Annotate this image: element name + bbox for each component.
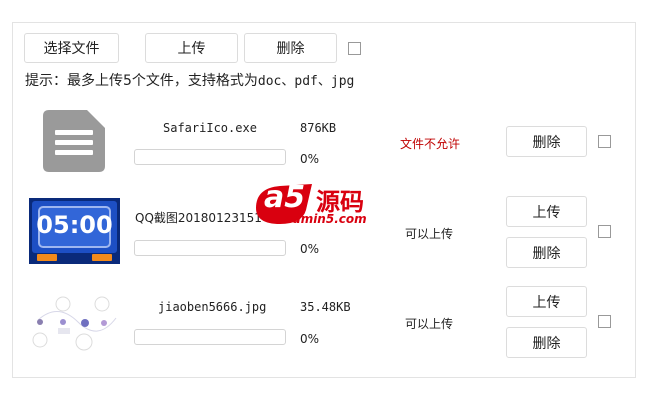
diagram-image-thumbnail xyxy=(28,292,120,352)
timer-screenshot-thumbnail: 05:00 xyxy=(29,198,120,264)
progress-bar xyxy=(134,240,286,256)
file-size: 35.48KB xyxy=(300,300,351,314)
hint-formats: doc、pdf、jpg xyxy=(257,74,355,89)
delete-file-button[interactable]: 删除 xyxy=(506,327,587,358)
file-checkbox[interactable] xyxy=(598,135,611,148)
file-status: 可以上传 xyxy=(405,317,454,331)
progress-percent: 0% xyxy=(300,332,320,346)
upload-file-button[interactable]: 上传 xyxy=(506,286,587,317)
progress-percent: 0% xyxy=(300,152,320,166)
watermark-domain: admin5.com xyxy=(284,212,367,226)
delete-all-button[interactable]: 删除 xyxy=(244,33,337,63)
progress-percent: 0% xyxy=(300,242,320,256)
progress-bar xyxy=(134,149,286,165)
watermark-logo-mark: a5 xyxy=(264,180,306,215)
file-name: SafariIco.exe xyxy=(163,121,257,135)
select-all-checkbox[interactable] xyxy=(348,42,361,55)
file-status: 文件不允许 xyxy=(400,137,461,151)
hint-text: 提示：最多上传5个文件，支持格式为 xyxy=(25,73,258,89)
file-name: QQ截图20180123151 xyxy=(135,211,262,225)
upload-all-button[interactable]: 上传 xyxy=(145,33,238,63)
upload-file-button[interactable]: 上传 xyxy=(506,196,587,227)
delete-file-button[interactable]: 删除 xyxy=(506,237,587,268)
progress-bar xyxy=(134,329,286,345)
upload-hint: 提示：最多上传5个文件，支持格式为doc、pdf、jpg xyxy=(25,70,354,90)
delete-file-button[interactable]: 删除 xyxy=(506,126,587,157)
watermark-logo: a5 源码 admin5.com xyxy=(254,180,394,230)
select-files-button[interactable]: 选择文件 xyxy=(24,33,119,63)
timer-display: 05:00 xyxy=(36,211,113,239)
file-checkbox[interactable] xyxy=(598,225,611,238)
file-name: jiaoben5666.jpg xyxy=(158,300,267,314)
file-status: 可以上传 xyxy=(405,227,454,241)
file-checkbox[interactable] xyxy=(598,315,611,328)
document-icon xyxy=(43,110,105,172)
file-size: 876KB xyxy=(300,121,337,135)
